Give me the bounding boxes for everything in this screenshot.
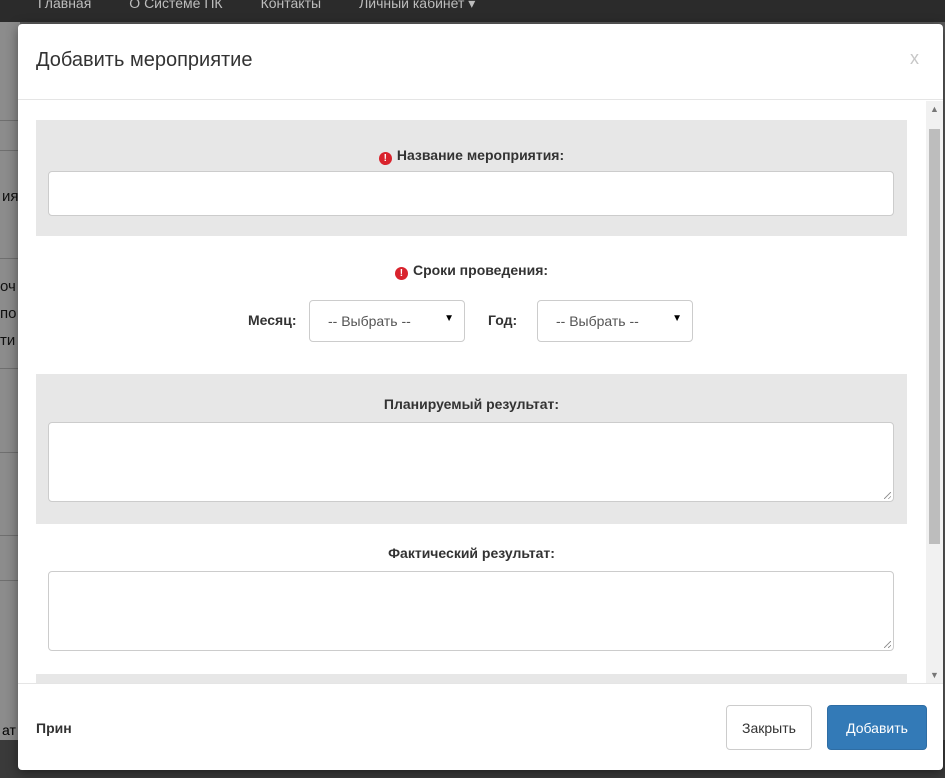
bg-nav-cabinet: Личный кабинет ▾ bbox=[359, 0, 476, 11]
actual-result-section: Фактический результат: bbox=[36, 524, 907, 674]
exclamation-circle-icon: ! bbox=[378, 152, 392, 165]
scroll-up-arrow-icon[interactable]: ▲ bbox=[926, 101, 943, 117]
close-icon[interactable]: x bbox=[910, 48, 919, 69]
triangle-down-icon: ▼ bbox=[444, 313, 454, 324]
bg-divider bbox=[0, 258, 20, 259]
add-button[interactable]: Добавить bbox=[827, 705, 927, 750]
modal-header: Добавить мероприятие x bbox=[18, 24, 943, 100]
dates-label-row: ! Сроки проведения: bbox=[36, 262, 907, 280]
exclamation-circle-icon: ! bbox=[394, 267, 408, 280]
add-event-modal: Добавить мероприятие x ! Название меропри… bbox=[18, 24, 943, 770]
resize-grip-icon[interactable] bbox=[884, 492, 891, 499]
planned-result-label: Планируемый результат: bbox=[383, 396, 560, 412]
bg-divider bbox=[0, 120, 20, 121]
event-name-section: ! Название мероприятия: bbox=[36, 120, 907, 236]
modal-footer: Прин Закрыть Добавить bbox=[18, 683, 943, 770]
scroll-down-arrow-icon[interactable]: ▼ bbox=[926, 667, 943, 683]
bg-divider bbox=[0, 535, 20, 536]
bg-fragment: оч bbox=[0, 278, 16, 295]
triangle-down-icon: ▼ bbox=[672, 313, 682, 324]
dates-section: ! Сроки проведения: Месяц: -- Выбрать -- … bbox=[36, 236, 907, 374]
modal-body: ! Название мероприятия: ! Сроки проведения… bbox=[18, 101, 943, 683]
bg-divider bbox=[0, 150, 20, 151]
actual-result-textarea[interactable] bbox=[48, 571, 894, 651]
year-select[interactable]: -- Выбрать -- ▼ bbox=[537, 300, 693, 342]
event-name-input[interactable] bbox=[48, 171, 894, 216]
planned-result-section: Планируемый результат: bbox=[36, 374, 907, 524]
bg-fragment: ти bbox=[0, 332, 16, 349]
modal-title: Добавить мероприятие bbox=[36, 49, 253, 71]
next-section bbox=[36, 674, 907, 683]
bg-fragment: ат bbox=[2, 722, 16, 738]
event-name-label-row: ! Название мероприятия: bbox=[36, 147, 907, 165]
close-button[interactable]: Закрыть bbox=[726, 705, 812, 750]
event-name-label: Название мероприятия: bbox=[396, 147, 565, 163]
dates-row: Месяц: -- Выбрать -- ▼ Год: -- Выбрать -… bbox=[36, 300, 907, 344]
bg-fragment: по bbox=[0, 305, 17, 322]
year-select-value: -- Выбрать -- bbox=[556, 313, 639, 329]
dates-label: Сроки проведения: bbox=[412, 262, 549, 278]
bg-nav-contacts: Контакты bbox=[260, 0, 322, 11]
month-select[interactable]: -- Выбрать -- ▼ bbox=[309, 300, 465, 342]
bg-divider bbox=[0, 368, 20, 369]
resize-grip-icon[interactable] bbox=[884, 641, 891, 648]
year-label: Год: bbox=[488, 312, 518, 328]
actual-result-label: Фактический результат: bbox=[388, 545, 555, 561]
planned-result-label-row: Планируемый результат: bbox=[36, 396, 907, 414]
scrollbar[interactable]: ▲ ▼ bbox=[926, 101, 943, 683]
bg-divider bbox=[0, 580, 20, 581]
background-navbar: Главная О Системе ПК Контакты Личный каб… bbox=[0, 0, 945, 22]
bg-divider bbox=[0, 452, 20, 453]
month-label: Месяц: bbox=[248, 312, 297, 328]
bg-fragment: ия bbox=[2, 188, 19, 205]
month-select-value: -- Выбрать -- bbox=[328, 313, 411, 329]
scrollbar-thumb[interactable] bbox=[929, 129, 940, 544]
background-page bbox=[0, 22, 20, 778]
footer-note: Прин bbox=[36, 720, 72, 736]
planned-result-textarea[interactable] bbox=[48, 422, 894, 502]
bg-nav-about: О Системе ПК bbox=[129, 0, 223, 11]
bg-nav-home: Главная bbox=[38, 0, 92, 11]
actual-result-label-row: Фактический результат: bbox=[36, 545, 907, 563]
